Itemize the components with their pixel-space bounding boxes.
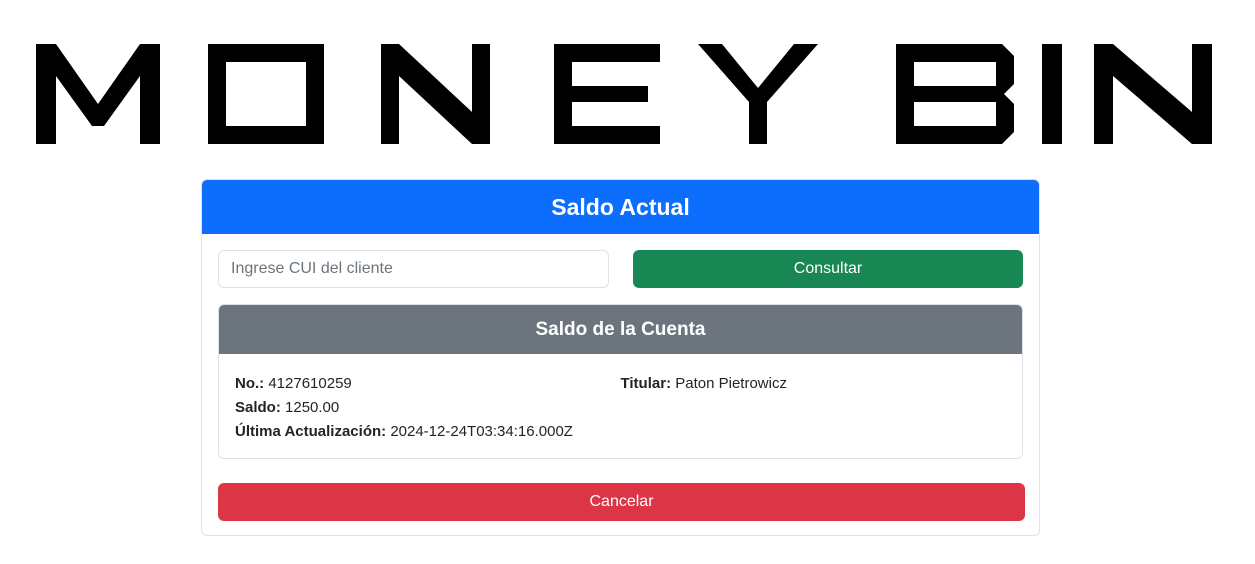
cui-input[interactable] bbox=[218, 250, 610, 288]
page: Saldo Actual Consultar Saldo de la Cuent… bbox=[0, 0, 1255, 564]
holder-value: Paton Pietrowicz bbox=[675, 375, 787, 392]
balance-row: Saldo: 1250.00 bbox=[235, 396, 621, 420]
card-body: Consultar Saldo de la Cuenta No.: 412761… bbox=[202, 234, 1039, 535]
account-balance-header: Saldo de la Cuenta bbox=[219, 305, 1022, 354]
account-balance-title: Saldo de la Cuenta bbox=[535, 318, 706, 340]
last-updated-row: Última Actualización: 2024-12-24T03:34:1… bbox=[235, 420, 621, 444]
balance-card: Saldo Actual Consultar Saldo de la Cuent… bbox=[201, 179, 1040, 536]
money-bin-logo bbox=[36, 44, 1214, 144]
last-updated-value: 2024-12-24T03:34:16.000Z bbox=[390, 423, 573, 440]
balance-value: 1250.00 bbox=[285, 399, 340, 416]
balance-label: Saldo: bbox=[235, 399, 281, 416]
account-number-row: No.: 4127610259 bbox=[235, 372, 621, 396]
account-details-right: Titular: Paton Pietrowicz bbox=[621, 372, 1007, 444]
account-details: No.: 4127610259 Saldo: 1250.00 Última Ac… bbox=[219, 354, 1022, 458]
account-details-left: No.: 4127610259 Saldo: 1250.00 Última Ac… bbox=[235, 372, 621, 444]
account-number-label: No.: bbox=[235, 375, 265, 392]
card-title: Saldo Actual bbox=[551, 193, 690, 220]
card-header: Saldo Actual bbox=[202, 180, 1039, 234]
consultar-button[interactable]: Consultar bbox=[633, 250, 1023, 288]
account-number-value: 4127610259 bbox=[268, 375, 352, 392]
holder-row: Titular: Paton Pietrowicz bbox=[621, 372, 1007, 396]
cancelar-button[interactable]: Cancelar bbox=[218, 483, 1025, 521]
account-balance-card: Saldo de la Cuenta No.: 4127610259 Saldo… bbox=[218, 304, 1023, 459]
holder-label: Titular: bbox=[620, 375, 672, 392]
search-row: Consultar bbox=[218, 250, 1023, 288]
last-updated-label: Última Actualización: bbox=[235, 423, 387, 440]
